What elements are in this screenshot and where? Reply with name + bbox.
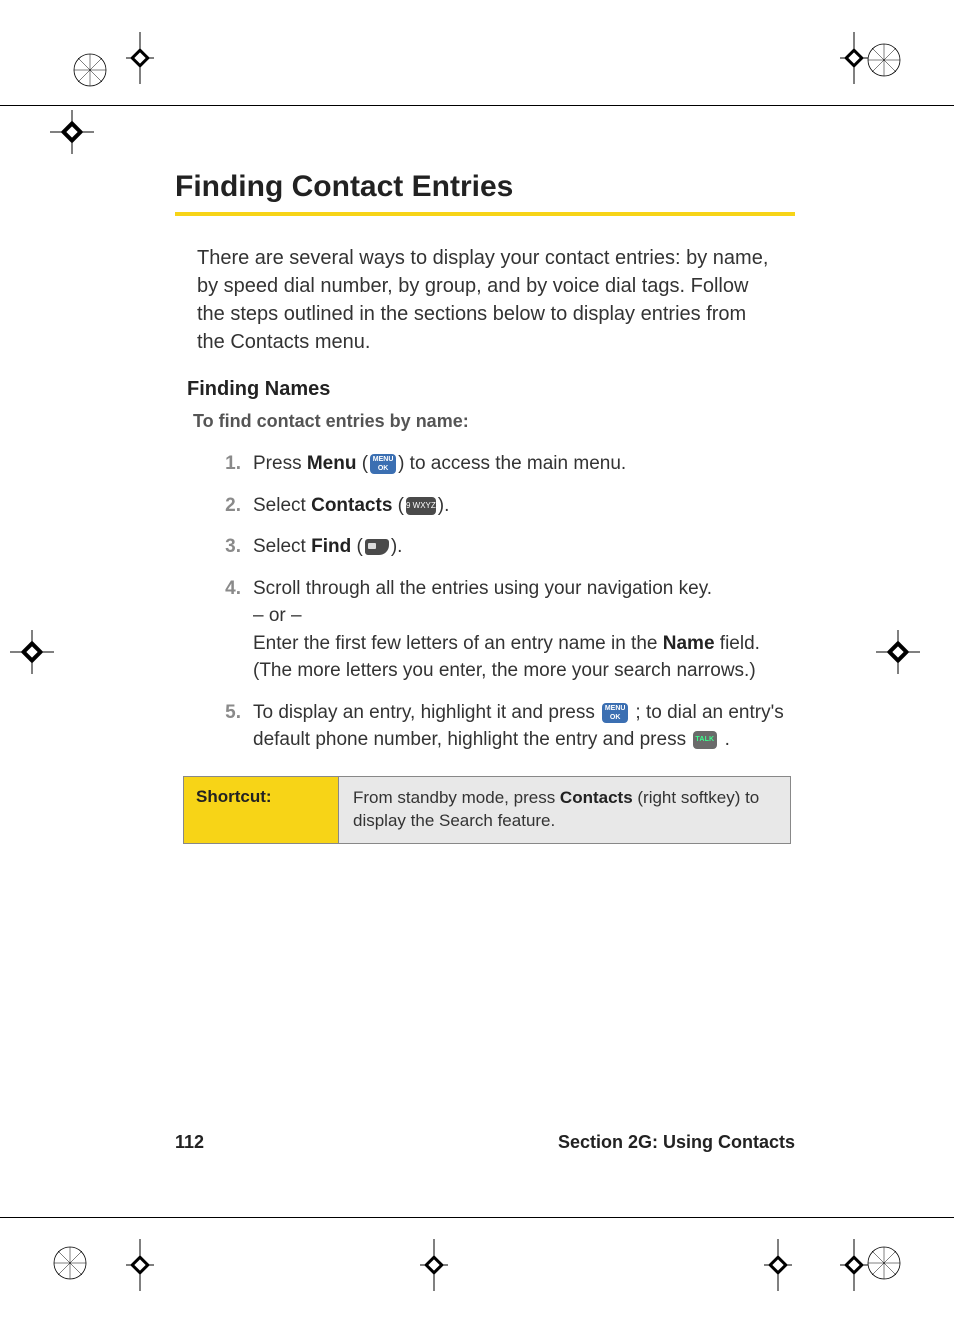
page-title: Finding Contact Entries [175,170,795,204]
registration-target-icon [70,50,110,90]
crop-mark-icon [126,32,154,84]
find-key-icon [365,539,389,555]
step-5: To display an entry, highlight it and pr… [205,699,795,754]
step-1: Press Menu () to access the main menu. [205,450,795,478]
step-3: Select Find (). [205,533,795,561]
crop-mark-icon [840,1239,868,1291]
heading-underline [175,212,795,216]
step-2: Select Contacts (). [205,492,795,520]
crop-mark-icon [126,1239,154,1291]
shortcut-label: Shortcut: [184,777,339,843]
procedure-lead: To find contact entries by name: [193,411,795,432]
section-title: Section 2G: Using Contacts [558,1132,795,1153]
crop-mark-icon [840,32,868,84]
step-4: Scroll through all the entries using you… [205,575,795,685]
page-number: 112 [175,1132,204,1153]
crop-mark-icon [50,110,94,154]
talk-key-icon [693,731,717,749]
digit-key-icon [406,497,436,515]
crop-mark-icon [764,1239,792,1291]
page: Finding Contact Entries There are severa… [0,0,954,1323]
shortcut-box: Shortcut: From standby mode, press Conta… [183,776,791,844]
registration-target-icon [864,40,904,80]
subheading: Finding Names [187,378,795,401]
crop-mark-icon [876,630,920,674]
menu-ok-key-icon [370,454,396,474]
menu-ok-key-icon [602,703,628,723]
page-footer: 112 Section 2G: Using Contacts [175,1132,795,1153]
registration-target-icon [50,1243,90,1283]
content-area: Finding Contact Entries There are severa… [175,170,795,844]
registration-target-icon [864,1243,904,1283]
intro-paragraph: There are several ways to display your c… [197,244,773,356]
crop-mark-icon [10,630,54,674]
step-list: Press Menu () to access the main menu. S… [205,450,795,754]
shortcut-text: From standby mode, press Contacts (right… [339,777,790,843]
crop-mark-icon [420,1239,448,1291]
